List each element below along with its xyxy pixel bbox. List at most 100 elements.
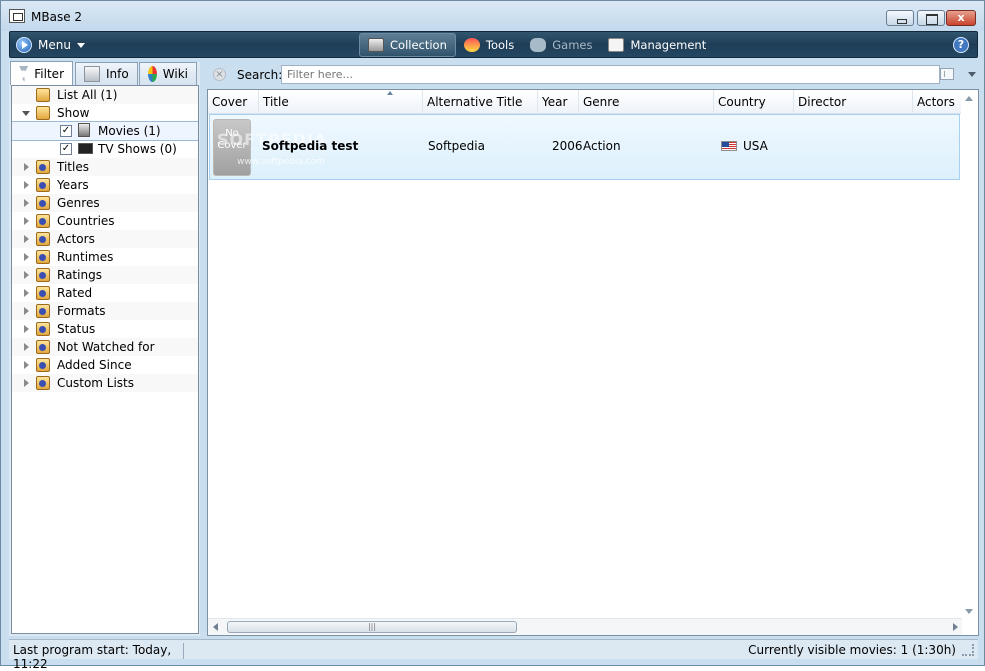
movies-checkbox[interactable]: ✓ <box>60 125 72 137</box>
maximize-button[interactable] <box>917 10 945 26</box>
tree-item-not-watched-for[interactable]: Not Watched for <box>12 338 198 356</box>
resize-grip-icon[interactable] <box>962 644 974 656</box>
horizontal-scroll-thumb[interactable]: ||| <box>227 621 517 633</box>
status-visible-movies: Currently visible movies: 1 (1:30h) <box>748 643 956 657</box>
tv-shows-checkbox[interactable]: ✓ <box>60 143 72 155</box>
column-director[interactable]: Director <box>794 90 913 114</box>
column-genre[interactable]: Genre <box>579 90 714 114</box>
folder-icon <box>36 88 50 102</box>
table-row[interactable]: No Cover SOFTPEDIA www.softpedia.com Sof… <box>209 114 960 180</box>
expand-arrow-icon[interactable] <box>20 287 32 299</box>
nav-tools[interactable]: Tools <box>456 33 522 57</box>
nav-games[interactable]: Games <box>522 33 600 57</box>
tree-label-countries: Countries <box>57 214 115 228</box>
nav-tools-label: Tools <box>485 38 515 52</box>
tree-child-movies-label: Movies (1) <box>98 124 161 138</box>
tree-label-custom-lists: Custom Lists <box>57 376 135 390</box>
expand-arrow-icon[interactable] <box>20 341 32 353</box>
expand-arrow-icon[interactable] <box>20 305 32 317</box>
tree-child-movies[interactable]: ✓ Movies (1) <box>12 121 198 141</box>
nav-collection[interactable]: Collection <box>359 33 456 57</box>
tree-item-added-since[interactable]: Added Since <box>12 356 198 374</box>
scroll-down-icon[interactable] <box>965 609 973 614</box>
tree-item-formats[interactable]: Formats <box>12 302 198 320</box>
tree-item-rated[interactable]: Rated <box>12 284 198 302</box>
tree-item-status[interactable]: Status <box>12 320 198 338</box>
close-button[interactable]: x <box>946 10 976 26</box>
column-actors[interactable]: Actors <box>913 90 968 114</box>
column-country[interactable]: Country <box>714 90 794 114</box>
chevron-down-icon <box>76 42 85 48</box>
tree-item-custom-lists[interactable]: Custom Lists <box>12 374 198 392</box>
tree-item-show[interactable]: Show <box>12 104 198 122</box>
expand-arrow-icon[interactable] <box>20 197 32 209</box>
expand-arrow-icon[interactable] <box>20 377 32 389</box>
expand-arrow-icon[interactable] <box>20 215 32 227</box>
collection-icon <box>368 38 384 52</box>
menu-button[interactable]: Menu <box>16 36 85 54</box>
country-label: USA <box>743 139 768 153</box>
ratings-folder-icon <box>36 268 50 282</box>
filter-icon <box>19 65 29 82</box>
tree-item-countries[interactable]: Countries <box>12 212 198 230</box>
expand-arrow-icon[interactable] <box>20 269 32 281</box>
scroll-left-icon[interactable] <box>213 623 218 631</box>
tree-child-tv-shows[interactable]: ✓ TV Shows (0) <box>12 140 198 158</box>
tree-label-formats: Formats <box>57 304 106 318</box>
added-since-folder-icon <box>36 358 50 372</box>
tree-item-genres[interactable]: Genres <box>12 194 198 212</box>
tab-filter-label: Filter <box>34 66 64 81</box>
sort-ascending-icon <box>387 91 393 95</box>
search-input[interactable] <box>281 65 940 84</box>
expanded-arrow-icon[interactable] <box>20 107 32 119</box>
tools-icon <box>463 38 480 52</box>
help-icon[interactable]: ? <box>953 37 969 53</box>
tab-wiki[interactable]: Wiki <box>139 62 197 85</box>
expand-arrow-icon[interactable] <box>20 359 32 371</box>
expand-arrow-icon[interactable] <box>20 233 32 245</box>
column-year[interactable]: Year <box>538 90 579 114</box>
folder-icon <box>36 106 50 120</box>
expand-arrow-icon[interactable] <box>20 179 32 191</box>
tab-info[interactable]: Info <box>75 62 138 85</box>
movie-grid: Cover Title Alternative Title Year Genre… <box>207 89 979 636</box>
tree-label-rated: Rated <box>57 286 93 300</box>
column-alternative-title[interactable]: Alternative Title <box>423 90 538 114</box>
scroll-right-icon[interactable] <box>953 623 958 631</box>
tree-item-years[interactable]: Years <box>12 176 198 194</box>
tree-item-list-all[interactable]: List All (1) <box>12 86 198 104</box>
window-title: MBase 2 <box>31 10 83 24</box>
expand-arrow-icon[interactable] <box>20 251 32 263</box>
year-cell: 2006 <box>552 139 583 153</box>
nav-management[interactable]: Management <box>600 33 714 57</box>
horizontal-scrollbar[interactable]: ||| <box>208 618 962 635</box>
column-title[interactable]: Title <box>259 90 423 114</box>
menu-label: Menu <box>38 38 71 52</box>
vertical-scrollbar[interactable] <box>961 90 978 620</box>
rated-folder-icon <box>36 286 50 300</box>
tree-item-actors[interactable]: Actors <box>12 230 198 248</box>
tree-label-list-all: List All (1) <box>57 88 118 102</box>
play-menu-icon <box>16 37 32 53</box>
search-bar: × Search: <box>208 64 978 85</box>
column-title-label: Title <box>263 95 289 109</box>
tree-item-ratings[interactable]: Ratings <box>12 266 198 284</box>
view-mode-icon[interactable] <box>940 68 954 80</box>
alternative-title-cell: Softpedia <box>428 139 485 153</box>
softpedia-url-watermark: www.softpedia.com <box>237 157 325 167</box>
tree-item-titles[interactable]: Titles <box>12 158 198 176</box>
tree-item-runtimes[interactable]: Runtimes <box>12 248 198 266</box>
genres-folder-icon <box>36 196 50 210</box>
country-cell: USA <box>721 139 768 153</box>
expand-arrow-icon[interactable] <box>20 323 32 335</box>
clear-search-icon[interactable]: × <box>213 68 226 81</box>
scroll-up-icon[interactable] <box>965 96 973 101</box>
column-cover[interactable]: Cover <box>208 90 259 114</box>
tree-label-genres: Genres <box>57 196 100 210</box>
filter-tree: List All (1) Show ✓ Movies (1) ✓ TV Show… <box>11 85 199 634</box>
tab-info-label: Info <box>106 67 129 81</box>
tab-filter[interactable]: Filter <box>10 61 73 85</box>
view-dropdown-icon[interactable] <box>968 72 976 77</box>
minimize-button[interactable] <box>886 10 914 26</box>
expand-arrow-icon[interactable] <box>20 161 32 173</box>
